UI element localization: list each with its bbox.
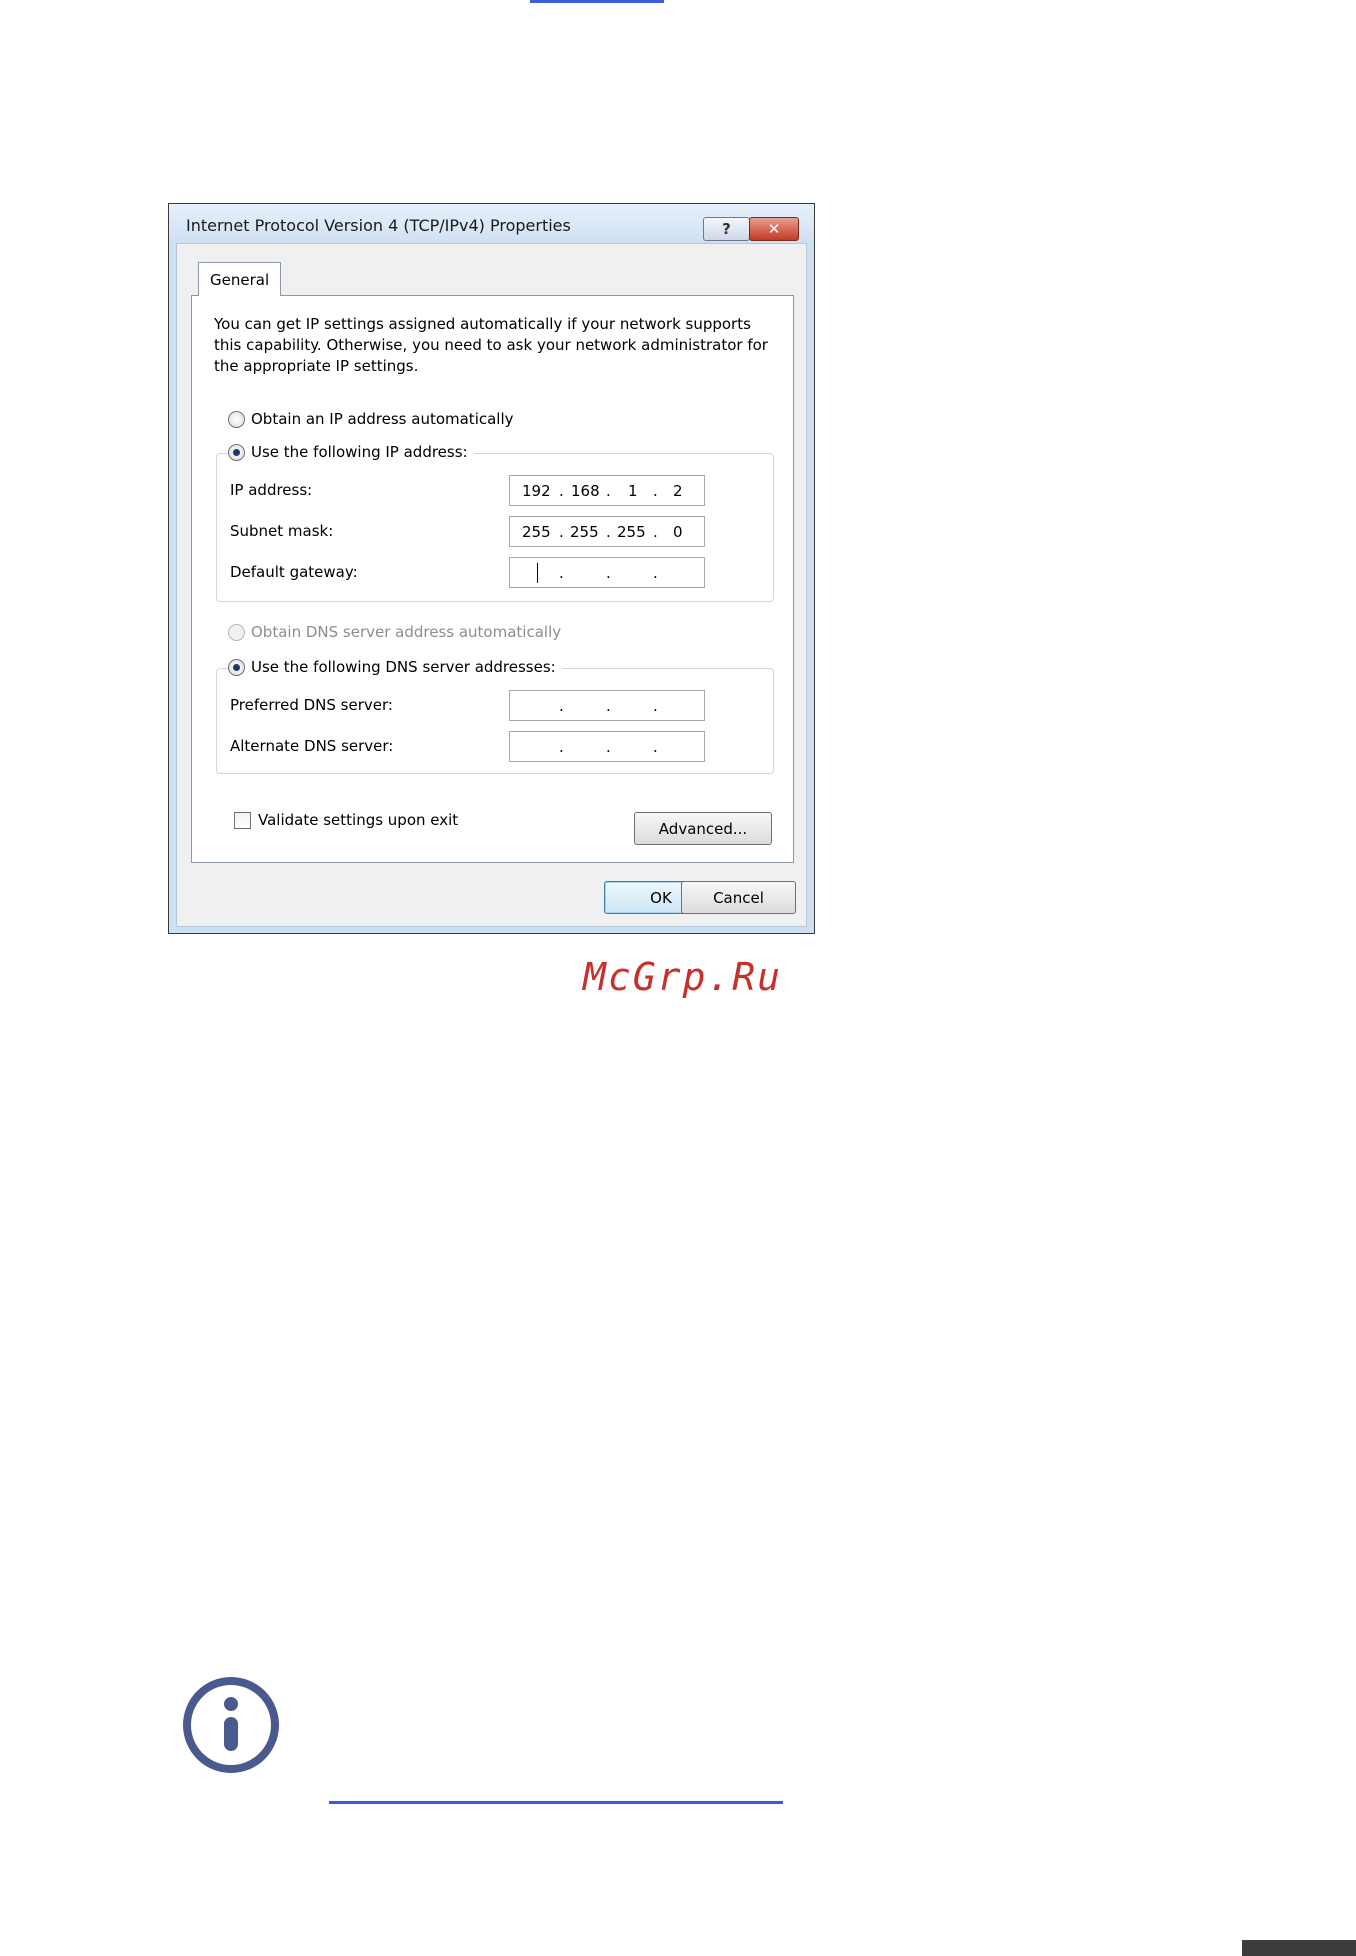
default-gateway-input[interactable]: . . . (509, 557, 705, 588)
top-link-underline[interactable] (530, 0, 664, 3)
page-number-tab (1242, 1940, 1356, 1956)
radio-use-ip-circle[interactable] (228, 443, 245, 461)
preferred-dns-label: Preferred DNS server: (230, 696, 393, 714)
ip-address-label: IP address: (230, 481, 313, 499)
subnet-mask-input[interactable]: 255 . 255 . 255 . 0 (509, 516, 705, 547)
advanced-button[interactable]: Advanced... (634, 812, 772, 845)
text-caret (537, 563, 538, 583)
validate-checkbox-row[interactable]: Validate settings upon exit (234, 811, 458, 829)
dialog-client-area: General You can get IP settings assigned… (176, 243, 807, 927)
dns-groupbox: Preferred DNS server: . . . Alternate DN… (216, 668, 774, 774)
close-icon: ✕ (767, 220, 781, 238)
preferred-dns-input[interactable]: . . . (509, 690, 705, 721)
radio-use-dns-label: Use the following DNS server addresses: (251, 658, 556, 676)
intro-text: You can get IP settings assigned automat… (214, 315, 768, 375)
help-button[interactable]: ? (703, 217, 750, 241)
radio-use-dns[interactable]: Use the following DNS server addresses: (228, 658, 562, 676)
radio-obtain-dns-circle[interactable] (228, 623, 245, 641)
radio-obtain-dns[interactable]: Obtain DNS server address automatically (228, 623, 561, 641)
help-icon: ? (722, 220, 731, 238)
tab-general[interactable]: General (198, 262, 281, 296)
general-panel: You can get IP settings assigned automat… (191, 295, 794, 863)
validate-checkbox[interactable] (234, 811, 251, 829)
radio-obtain-ip-circle[interactable] (228, 410, 245, 428)
tab-general-label: General (210, 271, 270, 289)
dialog-title: Internet Protocol Version 4 (TCP/IPv4) P… (186, 216, 571, 235)
radio-use-ip-label: Use the following IP address: (251, 443, 468, 461)
watermark-text: McGrp.Ru (583, 955, 783, 999)
close-button[interactable]: ✕ (749, 217, 799, 241)
ip-address-input[interactable]: 192 . 168 . 1 . 2 (509, 475, 705, 506)
info-icon (183, 1677, 279, 1773)
default-gateway-label: Default gateway: (230, 563, 358, 581)
radio-use-dns-circle[interactable] (228, 658, 245, 676)
alternate-dns-label: Alternate DNS server: (230, 737, 394, 755)
radio-obtain-ip[interactable]: Obtain an IP address automatically (228, 410, 514, 428)
validate-label: Validate settings upon exit (258, 811, 459, 829)
radio-obtain-ip-label: Obtain an IP address automatically (251, 410, 514, 428)
subnet-mask-label: Subnet mask: (230, 522, 334, 540)
ipv4-properties-dialog: Internet Protocol Version 4 (TCP/IPv4) P… (168, 203, 815, 934)
ip-groupbox: IP address: 192 . 168 . 1 . 2 Subnet mas… (216, 453, 774, 602)
cancel-button[interactable]: Cancel (681, 881, 796, 914)
radio-obtain-dns-label: Obtain DNS server address automatically (251, 623, 562, 641)
bottom-link-underline[interactable] (329, 1801, 783, 1804)
title-bar[interactable]: Internet Protocol Version 4 (TCP/IPv4) P… (169, 204, 814, 244)
alternate-dns-input[interactable]: . . . (509, 731, 705, 762)
radio-use-ip[interactable]: Use the following IP address: (228, 443, 474, 461)
